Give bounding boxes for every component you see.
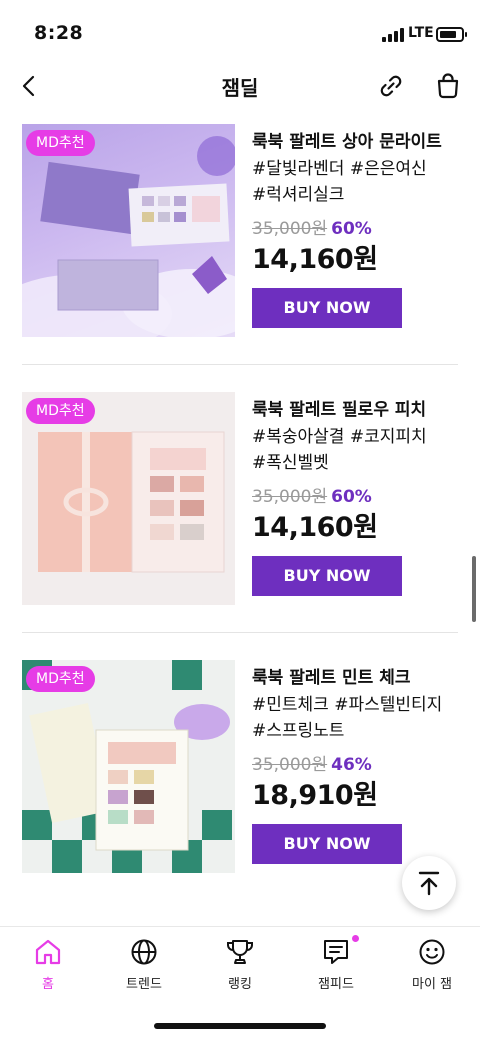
tag-line: #달빛라벤더 #은은여신 — [252, 159, 427, 179]
buy-now-button[interactable]: BUY NOW — [252, 556, 402, 596]
nav-label: 트렌드 — [126, 977, 162, 992]
scroll-to-top-button[interactable] — [402, 856, 456, 910]
product-info: 룩북 팔레트 민트 체크 #민트체크 #파스텔빈티지 #스프링노트 35,000… — [252, 666, 472, 864]
product-card[interactable]: MD추천 룩북 팔레트 민트 체크 #민트체크 #파스텔빈티지 #스프링노트 3… — [0, 660, 480, 874]
tag-line: #럭셔리실크 — [252, 185, 345, 205]
price-line: 35,000원 60% — [252, 486, 472, 508]
original-price: 35,000원 — [252, 487, 328, 507]
scrollbar[interactable] — [472, 556, 476, 622]
original-price: 35,000원 — [252, 755, 328, 775]
md-pick-badge: MD추천 — [26, 666, 95, 692]
arrow-up-icon — [418, 871, 440, 896]
product-tags: #민트체크 #파스텔빈티지 #스프링노트 — [252, 692, 472, 744]
globe-icon — [131, 939, 157, 965]
nav-jamfeed[interactable]: 잼피드 — [288, 937, 384, 1007]
product-tags: #복숭아살결 #코지피치 #폭신벨벳 — [252, 424, 472, 476]
shopping-bag-icon — [437, 73, 459, 99]
status-bar: 8:28 LTE — [0, 0, 480, 64]
bottom-nav: 홈 트렌드 랭킹 잼피드 마이 잼 — [0, 926, 480, 1039]
cart-button[interactable] — [432, 69, 464, 101]
md-pick-badge: MD추천 — [26, 130, 95, 156]
sale-price: 14,160원 — [252, 512, 378, 543]
nav-label: 마이 잼 — [411, 977, 452, 992]
original-price: 35,000원 — [252, 219, 328, 239]
md-pick-badge: MD추천 — [26, 398, 95, 424]
price-line: 35,000원 60% — [252, 218, 472, 240]
home-icon — [35, 939, 61, 965]
product-card[interactable]: MD추천 룩북 팔레트 필로우 피치 #복숭아살결 #코지피치 #폭신벨벳 35… — [0, 392, 480, 606]
product-name[interactable]: 룩북 팔레트 상아 문라이트 — [252, 130, 472, 154]
product-card[interactable]: MD추천 룩북 팔레트 상아 문라이트 #달빛라벤더 #은은여신 #럭셔리실크 … — [0, 124, 480, 338]
sale-price: 18,910원 — [252, 780, 378, 811]
tag-line: #스프링노트 — [252, 721, 345, 741]
page-title: 잼딜 — [221, 76, 259, 100]
status-time: 8:28 — [34, 22, 84, 44]
product-tags: #달빛라벤더 #은은여신 #럭셔리실크 — [252, 156, 472, 208]
tag-line: #폭신벨벳 — [252, 453, 329, 473]
product-name[interactable]: 룩북 팔레트 민트 체크 — [252, 666, 472, 690]
nav-label: 홈 — [42, 977, 54, 992]
chat-icon — [324, 940, 348, 964]
buy-now-button[interactable]: BUY NOW — [252, 824, 402, 864]
app-header: 잼딜 — [0, 64, 480, 108]
notification-dot — [352, 935, 359, 942]
nav-home[interactable]: 홈 — [0, 937, 96, 1007]
discount-rate: 60% — [331, 487, 372, 507]
signal-icon — [382, 28, 404, 42]
trophy-icon — [227, 940, 253, 964]
link-icon — [380, 75, 402, 97]
product-name[interactable]: 룩북 팔레트 필로우 피치 — [252, 398, 472, 422]
buy-now-button[interactable]: BUY NOW — [252, 288, 402, 328]
nav-ranking[interactable]: 랭킹 — [192, 937, 288, 1007]
home-indicator — [154, 1023, 326, 1029]
product-info: 룩북 팔레트 필로우 피치 #복숭아살결 #코지피치 #폭신벨벳 35,000원… — [252, 398, 472, 596]
smile-icon — [419, 939, 445, 965]
tag-line: #복숭아살결 #코지피치 — [252, 427, 427, 447]
sale-price: 14,160원 — [252, 244, 378, 275]
nav-label: 잼피드 — [318, 977, 354, 992]
battery-icon — [436, 27, 467, 42]
divider — [22, 632, 458, 633]
price-line: 35,000원 46% — [252, 754, 472, 776]
divider — [22, 364, 458, 365]
discount-rate: 46% — [331, 755, 372, 775]
nav-trend[interactable]: 트렌드 — [96, 937, 192, 1007]
network-label: LTE — [408, 25, 434, 41]
discount-rate: 60% — [331, 219, 372, 239]
nav-label: 랭킹 — [228, 977, 252, 992]
share-link-button[interactable] — [375, 70, 407, 102]
nav-my-jam[interactable]: 마이 잼 — [384, 937, 480, 1007]
product-info: 룩북 팔레트 상아 문라이트 #달빛라벤더 #은은여신 #럭셔리실크 35,00… — [252, 130, 472, 328]
tag-line: #민트체크 #파스텔빈티지 — [252, 695, 443, 715]
